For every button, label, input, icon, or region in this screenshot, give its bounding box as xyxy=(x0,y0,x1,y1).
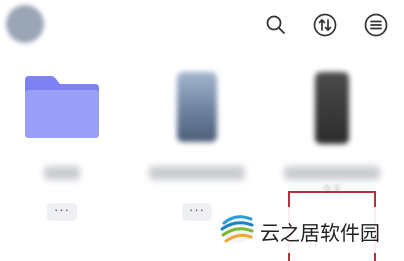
watermark-text: 云之居软件园 xyxy=(260,221,380,245)
file-card[interactable]: ··· xyxy=(2,64,122,224)
avatar[interactable] xyxy=(6,5,44,43)
file-card[interactable]: ··· xyxy=(137,64,257,224)
document-icon xyxy=(315,72,349,144)
search-icon[interactable] xyxy=(263,12,289,38)
watermark-logo-icon xyxy=(218,209,256,249)
more-button[interactable]: ··· xyxy=(182,203,212,221)
file-name xyxy=(44,166,80,180)
document-icon xyxy=(177,72,217,142)
sort-icon[interactable] xyxy=(312,12,338,38)
menu-icon[interactable] xyxy=(363,12,389,38)
folder-icon xyxy=(21,74,103,140)
file-name xyxy=(284,166,380,180)
file-name xyxy=(149,166,245,180)
more-button[interactable]: ··· xyxy=(47,203,77,221)
watermark: 云之居软件园 xyxy=(214,207,404,253)
top-bar xyxy=(0,0,404,50)
